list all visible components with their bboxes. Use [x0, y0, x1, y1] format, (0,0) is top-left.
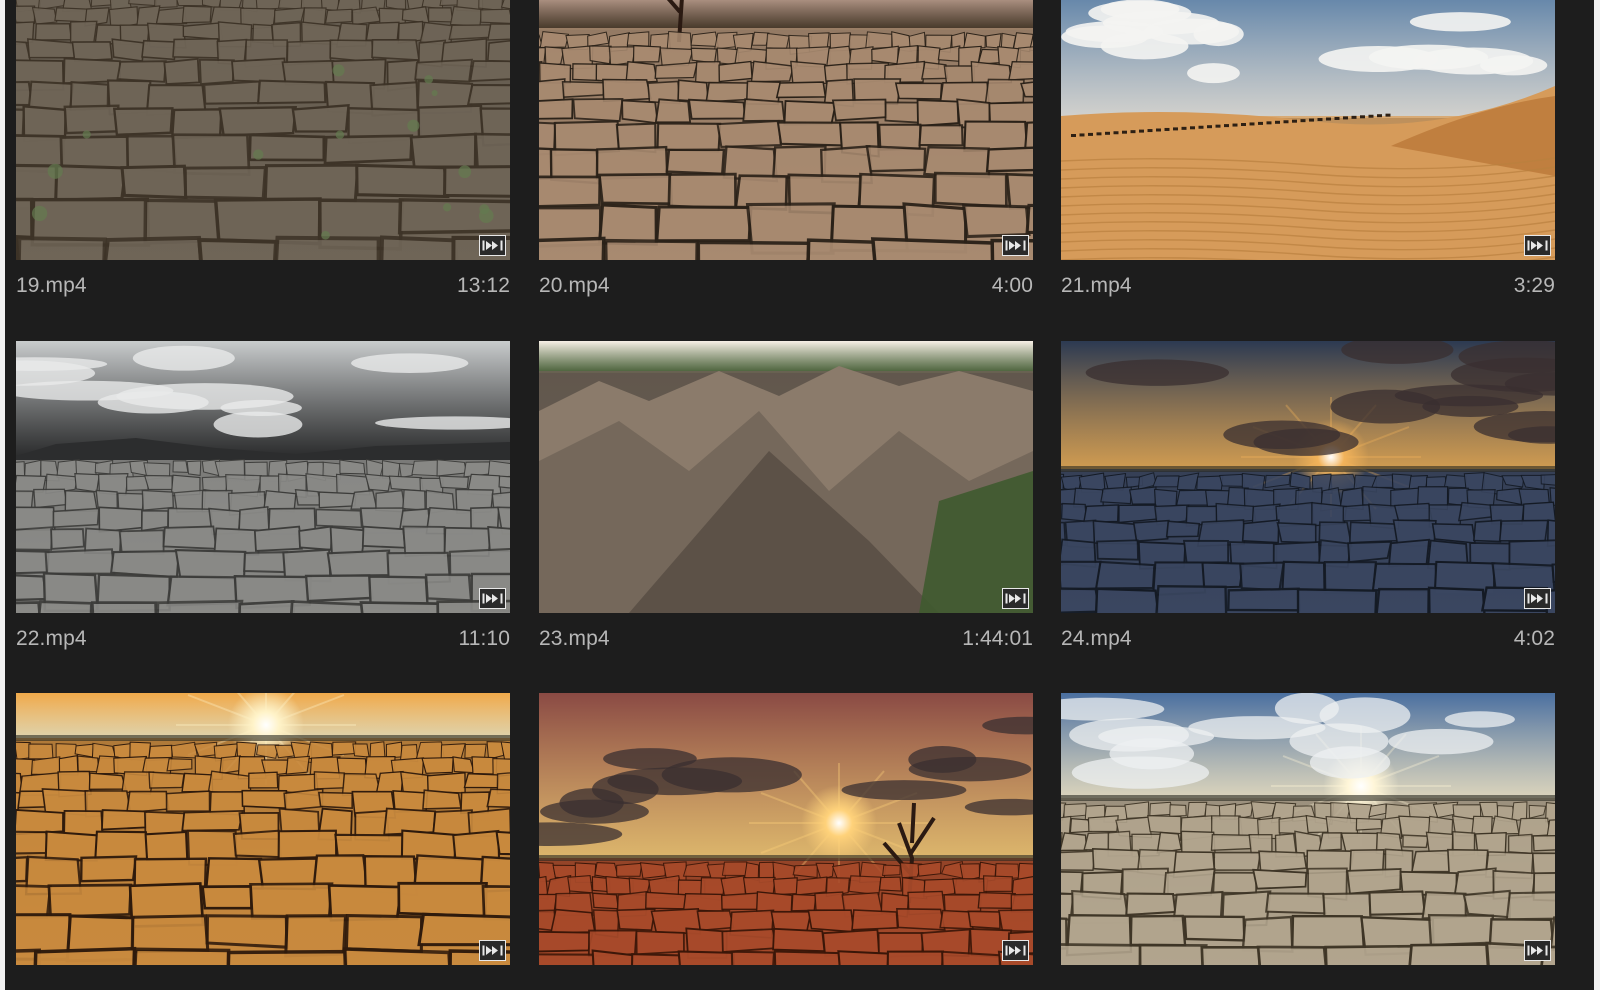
clip-thumbnail[interactable] [1061, 693, 1555, 965]
clip-duration: 3:29 [1513, 274, 1555, 297]
video-clip-icon [1524, 940, 1551, 961]
media-browser: 19.mp4 13:12 20.mp4 4:00 21.mp4 3:29 22.… [0, 0, 1600, 990]
clip-duration: 4:00 [991, 274, 1033, 297]
clip-meta: 20.mp4 4:00 [539, 274, 1033, 298]
clip-name: 22.mp4 [16, 627, 87, 650]
video-clip-icon [479, 588, 506, 609]
clip-name: 21.mp4 [1061, 274, 1132, 297]
clip-tile-5[interactable]: 23.mp4 1:44:01 [539, 341, 1033, 681]
clip-thumbnail[interactable] [16, 693, 510, 965]
clip-duration: 1:44:01 [962, 627, 1033, 650]
clip-tile-4[interactable]: 22.mp4 11:10 [16, 341, 510, 681]
clip-meta: 21.mp4 3:29 [1061, 274, 1555, 298]
clip-thumbnail[interactable] [16, 341, 510, 613]
clip-tile-2[interactable]: 20.mp4 4:00 [539, 0, 1033, 328]
clip-name: 24.mp4 [1061, 627, 1132, 650]
video-clip-icon [1002, 588, 1029, 609]
clip-duration: 4:02 [1513, 627, 1555, 650]
video-clip-icon [1002, 235, 1029, 256]
clip-tile-3[interactable]: 21.mp4 3:29 [1061, 0, 1555, 328]
clip-meta: 24.mp4 4:02 [1061, 627, 1555, 651]
video-clip-icon [479, 940, 506, 961]
window-edge-right [1594, 0, 1600, 990]
clip-thumbnail[interactable] [539, 341, 1033, 613]
clip-meta: 22.mp4 11:10 [16, 627, 510, 651]
clip-meta: 23.mp4 1:44:01 [539, 627, 1033, 651]
clip-tile-7[interactable] [16, 693, 510, 990]
clip-tile-1[interactable]: 19.mp4 13:12 [16, 0, 510, 328]
video-clip-icon [1524, 588, 1551, 609]
video-clip-icon [479, 235, 506, 256]
clip-grid: 19.mp4 13:12 20.mp4 4:00 21.mp4 3:29 22.… [5, 0, 1594, 990]
clip-duration: 13:12 [456, 274, 510, 297]
clip-thumbnail[interactable] [539, 0, 1033, 260]
clip-tile-8[interactable] [539, 693, 1033, 990]
clip-name: 19.mp4 [16, 274, 87, 297]
clip-name: 23.mp4 [539, 627, 610, 650]
clip-thumbnail[interactable] [16, 0, 510, 260]
clip-meta: 19.mp4 13:12 [16, 274, 510, 298]
clip-tile-6[interactable]: 24.mp4 4:02 [1061, 341, 1555, 681]
clip-thumbnail[interactable] [1061, 341, 1555, 613]
clip-name: 20.mp4 [539, 274, 610, 297]
clip-duration: 11:10 [458, 627, 510, 650]
clip-tile-9[interactable] [1061, 693, 1555, 990]
video-clip-icon [1002, 940, 1029, 961]
clip-thumbnail[interactable] [539, 693, 1033, 965]
video-clip-icon [1524, 235, 1551, 256]
clip-thumbnail[interactable] [1061, 0, 1555, 260]
